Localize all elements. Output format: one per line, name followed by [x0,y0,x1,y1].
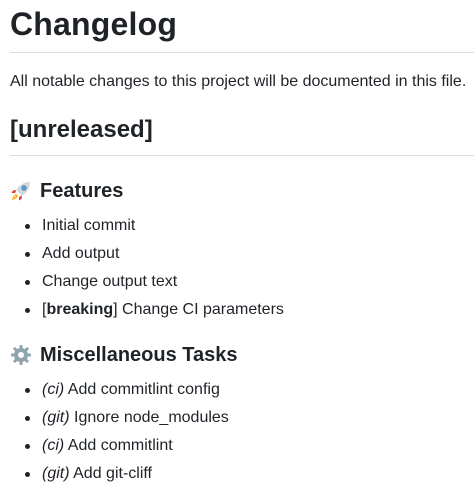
scope-label: (git) [42,409,70,426]
scope-label: (ci) [42,381,65,398]
rocket-icon [10,180,32,202]
intro-text: All notable changes to this project will… [10,73,467,90]
section-heading-label: Miscellaneous Tasks [40,344,238,366]
breaking-label: breaking [46,301,114,318]
scope-label: (ci) [42,437,65,454]
scope-label: (git) [42,465,70,482]
section-heading-misc: Miscellaneous Tasks [10,342,474,368]
list-item: (ci) Add commitlint [24,436,474,456]
release-heading: [unreleased] [10,116,153,143]
list-item: (git) Add git-cliff [24,464,474,484]
page-title: Changelog [10,6,178,42]
list-item: (ci) Add commitlint config [24,380,474,400]
list-item: [breaking] Change CI parameters [24,300,474,320]
list-item: Add output [24,244,474,264]
release-divider [10,155,474,156]
misc-tasks-list: (ci) Add commitlint config (git) Ignore … [10,380,474,484]
title-divider [10,52,474,53]
features-list: Initial commit Add output Change output … [10,216,474,320]
gear-icon [10,344,32,366]
section-heading-features: Features [10,178,474,204]
list-item: Initial commit [24,216,474,236]
changelog-page: Changelog All notable changes to this pr… [0,0,474,503]
list-item: (git) Ignore node_modules [24,408,474,428]
list-item: Change output text [24,272,474,292]
section-heading-label: Features [40,180,124,202]
